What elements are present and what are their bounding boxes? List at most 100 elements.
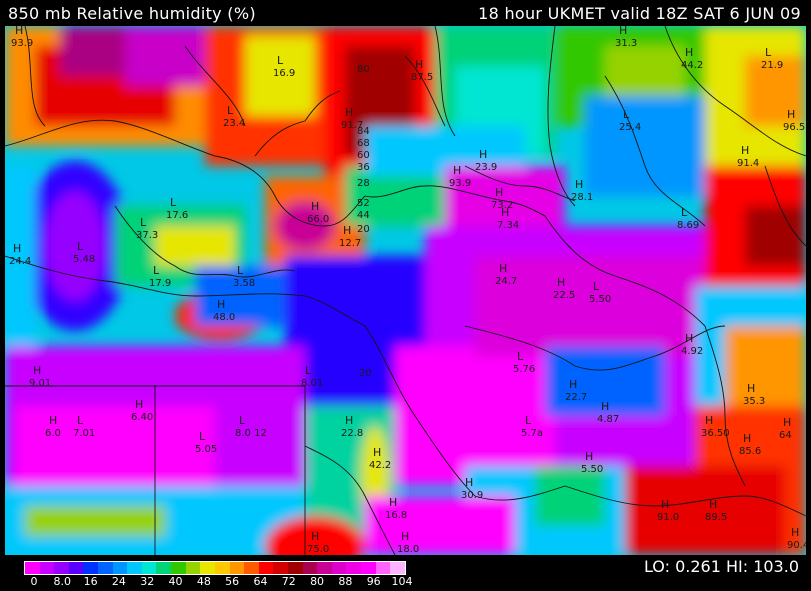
marker-symbol: H [453,164,461,177]
colorbar-tick-label: 48 [196,575,211,588]
contour-label: 68 [357,138,370,149]
colorbar-swatch [390,562,405,574]
marker-symbol: H [501,206,509,219]
marker-symbol: H [389,496,397,509]
colorbar-swatch [331,562,347,574]
marker-symbol: H [13,242,21,255]
contour-label: 52 [357,198,370,209]
colorbar-tick-label: 32 [140,575,155,588]
marker-value: 8.01 [301,378,323,389]
marker-symbol: H [345,414,353,427]
colorbar-swatch [200,562,215,574]
colorbar-swatch [317,562,332,574]
contour-label: 80 [357,64,370,75]
marker-symbol: H [465,476,473,489]
marker-value: 5.50 [581,464,603,475]
marker-symbol: H [373,446,381,459]
marker-symbol: L [623,108,630,121]
marker-symbol: L [199,430,206,443]
lo-hi-readout: LO: 0.261 HI: 103.0 [643,557,799,576]
marker-value: 25.4 [619,122,641,133]
marker-symbol: H [311,200,319,213]
colorbar-swatch [302,562,318,574]
marker-symbol: L [77,414,84,427]
marker-value: 24.7 [495,276,517,287]
marker-value: 18.0 [397,544,419,555]
marker-value: 8.0 12 [235,428,267,439]
marker-value: 3.58 [233,278,255,289]
marker-symbol: L [170,196,177,209]
marker-symbol: L [681,206,688,219]
marker-symbol: L [153,264,160,277]
marker-symbol: H [685,46,693,59]
marker-value: 24.4 [9,256,31,267]
marker-value: 89.5 [705,512,727,523]
colorbar-swatch [156,562,172,574]
marker-value: 7.34 [497,220,519,231]
marker-value: 90.4 [787,540,806,551]
colorbar-tick-label: 104 [391,575,413,588]
colorbar-swatch [98,562,113,574]
marker-value: 17.6 [166,210,188,221]
marker-symbol: H [747,382,755,395]
marker-symbol: H [783,416,791,429]
colorbar-swatch [273,562,288,574]
marker-symbol: H [135,398,143,411]
marker-value: 8.69 [677,220,699,231]
marker-value: 16.9 [273,68,295,79]
marker-value: 75.0 [307,544,329,555]
marker-value: 5.76 [513,364,535,375]
colorbar-tick-label: 64 [253,575,268,588]
marker-value: 42.2 [369,460,391,471]
colorbar-swatch [185,562,201,574]
marker-value: 12.7 [339,238,361,249]
marker-value: 5.50 [589,294,611,305]
marker-value: 31.3 [615,38,637,49]
marker-value: 23.9 [475,162,497,173]
marker-value: 64 [779,430,792,441]
marker-symbol: L [277,54,284,67]
marker-value: 48.0 [213,312,235,323]
marker-symbol: H [415,58,423,71]
colorbar-tick-labels: 0 8.0 16 24 32 40 48 56 64 72 80 88 96 104 [24,575,413,589]
contour-label: 36 [357,162,370,173]
marker-symbol: H [499,262,507,275]
marker-symbol: H [557,276,565,289]
contour-label: 60 [357,150,370,161]
marker-value: 4.87 [597,414,619,425]
colorbar-tick-label: 96 [366,575,381,588]
marker-symbol: H [575,178,583,191]
marker-value: 93.9 [11,38,33,49]
marker-symbol: H [685,332,693,345]
colorbar-tick-label: 8.0 [53,575,72,588]
marker-value: 66.0 [307,214,329,225]
marker-symbol: H [709,498,717,511]
colorbar-tick-label: 0 [30,575,38,588]
marker-value: 22.8 [341,428,363,439]
marker-value: 85.6 [739,446,761,457]
marker-value: 5.7a [521,428,543,439]
marker-symbol: L [227,104,234,117]
colorbar-swatch [375,562,391,574]
marker-value: 28.1 [571,192,593,203]
marker-value: 6.0 [45,428,61,439]
contour-label: 20 [359,368,372,379]
marker-symbol: H [401,530,409,543]
marker-symbol: L [237,264,244,277]
marker-value: 5.05 [195,444,217,455]
marker-symbol: L [140,216,147,229]
colorbar-tick-label: 56 [225,575,240,588]
marker-symbol: H [311,530,319,543]
colorbar-swatch [229,562,245,574]
marker-value: 9.01 [29,378,51,389]
marker-value: 91.4 [737,158,759,169]
colorbar-tick-label: 88 [338,575,353,588]
marker-value: 96.5 [783,122,805,133]
colorbar-swatch [287,562,303,574]
marker-value: 91.0 [657,512,679,523]
marker-symbol: H [495,186,503,199]
marker-symbol: H [585,450,593,463]
marker-value: 4.92 [681,346,703,357]
marker-symbol: H [705,414,713,427]
map-footer: 0 8.0 16 24 32 40 48 56 64 72 80 88 96 104 LO: 0.261 … [0,555,811,591]
